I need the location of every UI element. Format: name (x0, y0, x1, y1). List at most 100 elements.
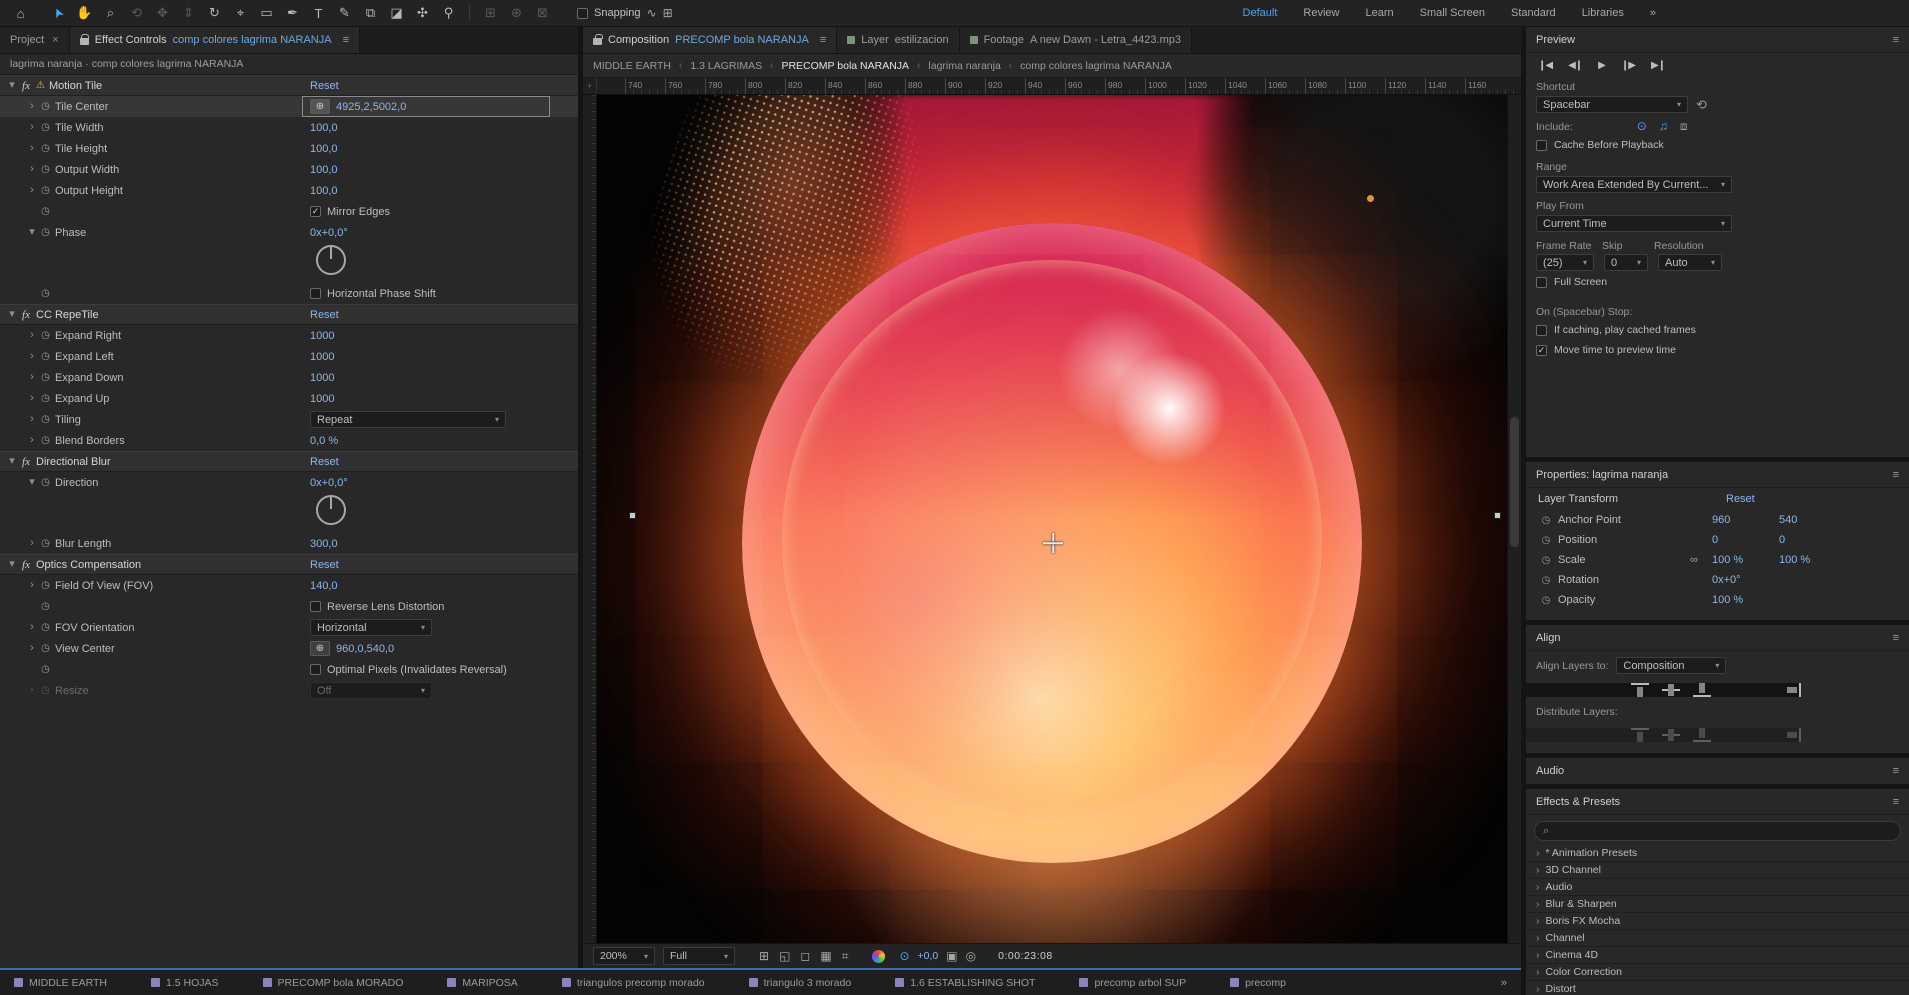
workspace-review[interactable]: Review (1303, 7, 1339, 19)
layer-handle-left[interactable] (629, 512, 636, 519)
align-vcenter-button[interactable] (1660, 682, 1682, 698)
breadcrumb-comp-colores-lagrima-naranja[interactable]: comp colores lagrima NARANJA (1020, 60, 1172, 72)
reset-button[interactable]: Reset (310, 80, 339, 92)
value-field[interactable]: 100,0 (310, 122, 338, 134)
effects-presets-header[interactable]: Effects & Presets ≡ (1526, 789, 1909, 815)
value-field[interactable]: 100,0 (310, 185, 338, 197)
stopwatch-icon[interactable]: ◷ (38, 122, 53, 133)
param-phase[interactable]: ▾ ◷ Phase 0x+0,0° (0, 222, 578, 243)
workspace-small-screen[interactable]: Small Screen (1420, 7, 1485, 19)
param-blur-length[interactable]: › ◷ Blur Length 300,0 (0, 533, 578, 554)
stopwatch-icon[interactable]: ◷ (38, 372, 53, 383)
horizontal-ruler[interactable]: + 740 760 780 800 820 840 860 880 900 920 940 960 98… (583, 78, 1521, 95)
frame-rate-dropdown[interactable]: (25) ▾ (1536, 254, 1594, 271)
twirl-down-icon[interactable]: ▾ (6, 456, 18, 467)
checkbox-box[interactable] (310, 601, 321, 612)
composition-canvas[interactable] (597, 95, 1507, 943)
twirl-icon[interactable]: › (26, 435, 38, 446)
stopwatch-icon[interactable]: ◷ (38, 622, 53, 633)
twirl-icon[interactable]: ▾ (26, 227, 38, 238)
distribute-right-button[interactable] (1526, 727, 1801, 743)
skip-dropdown[interactable]: 0 ▾ (1604, 254, 1648, 271)
param-view-center[interactable]: › ◷ View Center ⊕ 960,0,540,0 (0, 638, 578, 659)
param-expand-up[interactable]: › ◷ Expand Up 1000 (0, 388, 578, 409)
full-screen-checkbox[interactable]: Full Screen (1526, 272, 1909, 292)
param-expand-left[interactable]: › ◷ Expand Left 1000 (0, 346, 578, 367)
stopwatch-icon[interactable]: ◷ (1538, 555, 1554, 566)
breadcrumb-1-3-lagrimas[interactable]: 1.3 LAGRIMAS (690, 60, 762, 72)
preset-category-distort[interactable]: › Distort (1526, 981, 1909, 995)
stopwatch-icon[interactable]: ◷ (38, 227, 53, 238)
timeline-tab-precomp[interactable]: precomp (1230, 977, 1286, 989)
param-output-height[interactable]: › ◷ Output Height 100,0 (0, 180, 578, 201)
value-field[interactable]: 140,0 (310, 580, 338, 592)
layer-handle-right[interactable] (1494, 512, 1501, 519)
close-icon[interactable]: × (52, 34, 58, 46)
param-resize[interactable]: › ◷ Resize Off ▾ (0, 680, 578, 701)
roto-brush-tool-button[interactable]: ✣ (410, 2, 435, 24)
value-field[interactable]: 100,0 (310, 143, 338, 155)
param-output-width[interactable]: › ◷ Output Width 100,0 (0, 159, 578, 180)
stopwatch-icon[interactable]: ◷ (1538, 575, 1554, 586)
include-video-icon[interactable]: ⊙ (1637, 119, 1647, 134)
zoom-tool-button[interactable]: ⌕ (98, 2, 123, 24)
value-field[interactable]: 1000 (310, 330, 334, 342)
angle-dial[interactable] (316, 245, 346, 275)
preset-category-animation-presets[interactable]: › * Animation Presets (1526, 845, 1909, 862)
twirl-icon[interactable]: ▾ (26, 477, 38, 488)
preset-category-blur-sharpen[interactable]: › Blur & Sharpen (1526, 896, 1909, 913)
move-time-checkbox[interactable]: ✓ Move time to preview time (1526, 340, 1909, 360)
param-field-of-view-fov[interactable]: › ◷ Field Of View (FOV) 140,0 (0, 575, 578, 596)
clone-stamp-tool-button[interactable]: ⧉ (358, 2, 383, 24)
show-snapshot-icon[interactable]: ◎ (966, 949, 976, 963)
twirl-icon[interactable]: › (26, 685, 38, 696)
play-button[interactable]: ▶ (1598, 60, 1606, 71)
checkbox-box[interactable] (310, 664, 321, 675)
value-field[interactable]: 960,0,540,0 (336, 643, 394, 655)
twirl-icon[interactable]: › (26, 643, 38, 654)
timeline-tab-middle-earth[interactable]: MIDDLE EARTH (14, 977, 107, 989)
stopwatch-icon[interactable]: ◷ (38, 288, 53, 299)
transform-reset-button[interactable]: Reset (1726, 493, 1755, 505)
panel-menu-icon[interactable]: ≡ (1893, 632, 1899, 644)
value-field[interactable]: 100 % (1712, 594, 1743, 606)
panel-menu-icon[interactable]: ≡ (343, 34, 349, 46)
timeline-overflow-button[interactable]: » (1501, 977, 1507, 989)
preset-category-color-correction[interactable]: › Color Correction (1526, 964, 1909, 981)
param-tile-height[interactable]: › ◷ Tile Height 100,0 (0, 138, 578, 159)
brush-tool-button[interactable]: ✎ (332, 2, 357, 24)
dolly-camera-tool-button[interactable]: ⇕ (176, 2, 201, 24)
snap-features-icon[interactable]: ∿ (647, 6, 657, 20)
value-field[interactable]: 4925,2,5002,0 (336, 101, 406, 113)
distribute-vcenter-button[interactable] (1660, 727, 1682, 743)
timeline-tab-triangulos-precomp-morado[interactable]: triangulos precomp morado (561, 977, 705, 989)
vertical-scrollbar[interactable] (1507, 95, 1521, 943)
home-tool-button[interactable]: ⌂ (8, 2, 33, 24)
snapshot-icon[interactable]: ▣ (946, 949, 957, 963)
twirl-icon[interactable]: › (26, 622, 38, 633)
align-top-button[interactable] (1629, 682, 1651, 698)
twirl-down-icon[interactable]: ▾ (6, 559, 18, 570)
timeline-tab-mariposa[interactable]: MARIPOSA (447, 977, 518, 989)
twirl-icon[interactable]: › (26, 101, 38, 112)
align-layers-dropdown[interactable]: Composition ▾ (1616, 657, 1727, 674)
value-field[interactable]: 1000 (310, 372, 334, 384)
value-field[interactable]: 0 (1779, 534, 1785, 546)
stopwatch-icon[interactable]: ◷ (38, 664, 53, 675)
fov-orientation-dropdown[interactable]: Horizontal ▾ (310, 619, 432, 636)
stopwatch-icon[interactable]: ◷ (1538, 515, 1554, 526)
stopwatch-icon[interactable]: ◷ (38, 538, 53, 549)
twirl-icon[interactable]: › (26, 143, 38, 154)
param-expand-right[interactable]: › ◷ Expand Right 1000 (0, 325, 578, 346)
timeline-tab-precomp-arbol-sup[interactable]: precomp arbol SUP (1079, 977, 1186, 989)
twirl-icon[interactable]: › (26, 372, 38, 383)
twirl-down-icon[interactable]: ▾ (6, 80, 18, 91)
tiling-dropdown[interactable]: Repeat ▾ (310, 411, 506, 428)
param-tiling[interactable]: › ◷ Tiling Repeat ▾ (0, 409, 578, 430)
stopwatch-icon[interactable]: ◷ (38, 601, 53, 612)
stopwatch-icon[interactable]: ◷ (38, 185, 53, 196)
param-tile-width[interactable]: › ◷ Tile Width 100,0 (0, 117, 578, 138)
twirl-icon[interactable]: › (26, 330, 38, 341)
twirl-down-icon[interactable]: ▾ (6, 309, 18, 320)
effect-motion-tile-header[interactable]: ▾ fx ⚠ Motion Tile Reset (0, 75, 578, 96)
